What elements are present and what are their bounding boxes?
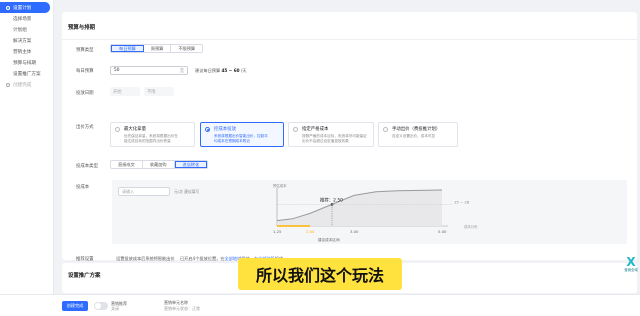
sidebar-item-label: 设置计划 (13, 5, 32, 11)
daily-budget-unit: 元 (179, 68, 184, 74)
bid-option-1[interactable]: 控成本投放 系统将根据出价智能出价，控制平 均成本在预期成本附近 (200, 122, 284, 147)
cost-type-direct[interactable]: 直接成交 (111, 161, 143, 168)
x-tick-label: 5.00 (438, 229, 447, 234)
radio-icon[interactable] (115, 127, 120, 132)
sidebar-item-label: 计划组 (13, 27, 27, 33)
budget-suggestion-range: 45 ~ 60 (221, 68, 240, 73)
bid-option-desc-2: 能达成目标的范围内出价获量 (124, 139, 171, 143)
x-tick-label: 1.25 (273, 229, 282, 234)
radio-icon[interactable] (205, 127, 210, 132)
sidebar-item-1[interactable]: 选择场景 (0, 13, 53, 24)
cost-type-favorite[interactable]: 收藏加购 (143, 161, 175, 168)
assistant-label: 营销全域 (624, 268, 638, 272)
sidebar-item-2[interactable]: 计划组 (0, 24, 53, 35)
floating-assistant[interactable]: X 营销全域 (624, 256, 638, 288)
bid-option-0[interactable]: 最大化拿量 优先保证拿量，系统将根据出价在 能达成目标的范围内出价获量 (110, 122, 195, 147)
budget-type-label: 预算类型 (76, 48, 94, 53)
sidebar-item-7[interactable]: 创建完成 (0, 79, 53, 90)
sidebar-item-6[interactable]: 设置推广方案 (0, 68, 53, 79)
footer-bar: 创建完成 营销推荐 关闭 营销单元名称 营销单元状态：正常 (0, 294, 640, 316)
step-circle-icon (6, 5, 10, 10)
daily-budget-input[interactable]: 50 元 (110, 66, 188, 75)
create-button[interactable]: 创建完成 (62, 301, 88, 311)
cost-curve-chart: 推荐：2.50 15 ~ 28 1.25 2.00 3.00 5.00 预估成本建议成本区间… (273, 183, 478, 242)
sidebar-item-0[interactable]: 设置计划 (0, 2, 50, 13)
note-prefix: 已开启 (179, 256, 193, 261)
assistant-logo-icon: X (626, 255, 636, 269)
bid-option-title: 最大化拿量 (124, 127, 146, 132)
bid-option-title: 控成本投放 (214, 127, 236, 132)
budget-suggestion: 建议每日预算 45 ~ 60 /天 (195, 68, 247, 74)
budget-card: 预算与排期 预算类型 每日预算 周预算 不限预算 每日预算 50 元 建议每日预… (62, 12, 637, 262)
budget-suggestion-suffix: /天 (240, 68, 247, 73)
sidebar-nav: 设置计划选择场景计划组解决方案营销主体预算与排期设置推广方案 创建完成 (0, 2, 53, 90)
y-axis-label: 预估成本 (273, 183, 287, 188)
footer-info-line2: 营销单元状态：正常 (164, 306, 200, 311)
bid-option-2[interactable]: 指定严格成本 按照严格的成本目标，系统将尽可能保证 出价不会超过设定值投放效果 (288, 122, 374, 147)
sidebar-item-label: 创建完成 (13, 82, 32, 88)
delivery-date-label: 投放日期 (76, 91, 94, 96)
marker-label: 推荐：2.50 (320, 196, 343, 203)
bid-option-desc-2: 出价不会超过设定值投放效果 (302, 139, 349, 143)
start-date-input[interactable]: 开始 (110, 87, 140, 96)
bid-option-3[interactable]: 手动出价（费投推计划） 自定义设置出价，成本可控 (378, 122, 458, 147)
sidebar-item-label: 选择场景 (13, 16, 32, 22)
note-middle: 个投放位置，在 (195, 256, 225, 261)
sidebar: 设置计划选择场景计划组解决方案营销主体预算与排期设置推广方案 创建完成 (0, 0, 54, 316)
budget-suggestion-prefix: 建议每日预算 (195, 68, 221, 73)
section-title: 预算与排期 (68, 25, 95, 31)
sidebar-item-label: 预算与排期 (13, 60, 36, 66)
cost-chart-panel: 请输入 元/次 建议填写 推荐：2.50 15 ~ 28 1.25 2.00 3.00 5… (112, 180, 627, 244)
daily-budget-label: 每日预算 (76, 69, 94, 74)
sidebar-item-label: 设置推广方案 (13, 71, 41, 77)
radio-icon[interactable] (293, 127, 298, 132)
bid-option-title: 手动出价（费投推计划） (392, 127, 441, 132)
target-cost-type-segment: 直接成交 收藏加购 进店转化 (110, 160, 209, 169)
cost-type-store[interactable]: 进店转化 (174, 161, 208, 168)
marketing-toggle[interactable] (94, 302, 108, 310)
recommend-box-text: 设置投放成本后系统将智能出价 (116, 256, 175, 261)
recommend-label: 推荐设置 (76, 257, 94, 262)
right-axis-label: 成本分布 (464, 224, 478, 229)
bid-method-label: 出价方式 (76, 125, 94, 130)
right-range-label: 15 ~ 28 (454, 200, 470, 205)
daily-budget-value: 50 (114, 68, 120, 73)
toggle-sublabel: 关闭 (111, 306, 119, 311)
x-tick-label: 2.00 (306, 229, 315, 234)
sidebar-item-5[interactable]: 预算与排期 (0, 57, 53, 68)
sidebar-item-label: 解决方案 (13, 38, 32, 44)
x-axis-label: 建议成本区间 (318, 237, 340, 242)
curve-area (277, 190, 442, 226)
sidebar-item-4[interactable]: 营销主体 (0, 46, 53, 57)
video-subtitle: 所以我们这个玩法 (238, 258, 402, 290)
target-cost-label: 投成本 (76, 185, 90, 190)
x-tick-label: 3.00 (350, 229, 359, 234)
target-cost-type-label: 投成本类型 (76, 164, 98, 169)
sidebar-item-3[interactable]: 解决方案 (0, 35, 53, 46)
step-circle-icon (6, 82, 10, 87)
bid-option-desc-2: 均成本在预期成本附近 (214, 139, 250, 143)
end-date-input[interactable]: 不限 (144, 87, 174, 96)
bid-option-title: 指定严格成本 (302, 127, 329, 132)
divider (62, 39, 637, 40)
plan-section-title: 设置推广方案 (68, 273, 101, 279)
bid-option-desc-1: 自定义设置出价，成本可控 (392, 134, 436, 138)
budget-type-segment: 每日预算 周预算 不限预算 (110, 44, 204, 53)
budget-type-weekly[interactable]: 周预算 (144, 45, 172, 52)
budget-type-daily[interactable]: 每日预算 (111, 45, 144, 52)
budget-type-unlimited[interactable]: 不限预算 (171, 45, 202, 52)
sidebar-item-label: 营销主体 (13, 49, 32, 55)
radio-icon[interactable] (383, 127, 388, 132)
